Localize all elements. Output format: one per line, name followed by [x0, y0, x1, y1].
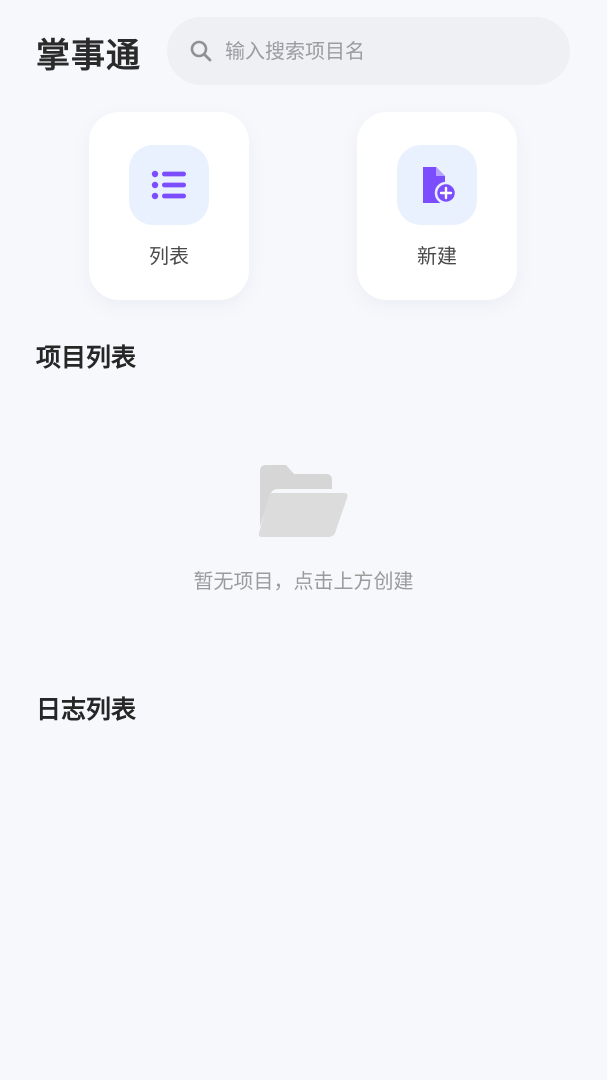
search-input[interactable]: [225, 17, 545, 85]
list-button[interactable]: 列表: [89, 112, 249, 300]
header: 掌事通: [0, 0, 607, 110]
search-bar[interactable]: [167, 17, 570, 85]
project-empty-state: 暂无项目，点击上方创建: [0, 455, 607, 605]
list-button-label: 列表: [149, 244, 189, 268]
project-list-title: 项目列表: [36, 343, 137, 372]
log-list-title: 日志列表: [36, 695, 137, 724]
folder-open-icon: [258, 465, 348, 537]
list-icon-tile: [129, 145, 209, 225]
app-title: 掌事通: [36, 36, 141, 76]
new-icon-tile: [397, 145, 477, 225]
search-icon: [190, 40, 212, 62]
empty-message: 暂无项目，点击上方创建: [193, 569, 414, 593]
new-button[interactable]: 新建: [357, 112, 517, 300]
list-icon: [151, 170, 186, 200]
new-button-label: 新建: [417, 244, 457, 268]
new-file-icon: [423, 167, 457, 205]
